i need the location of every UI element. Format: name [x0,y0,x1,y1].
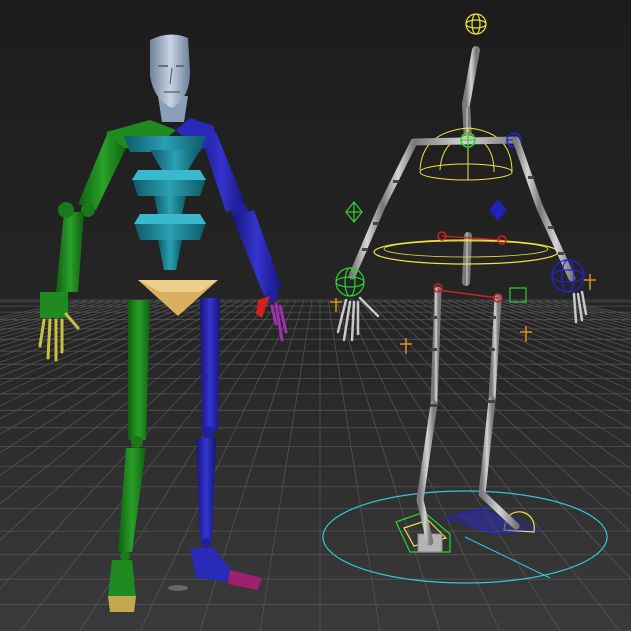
3d-viewport[interactable] [0,0,631,631]
ground-marker [168,585,188,591]
viewport-canvas[interactable] [0,0,631,631]
mannequin-chest [124,136,206,152]
